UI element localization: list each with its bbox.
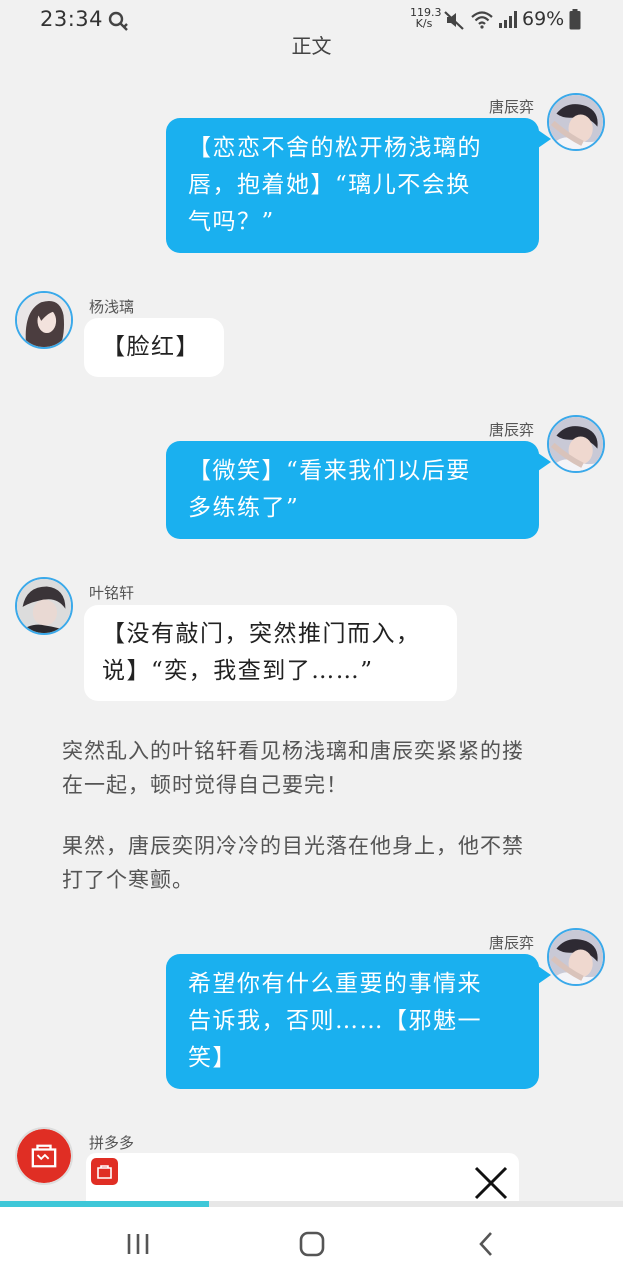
- speaker-name: 杨浅璃: [89, 298, 135, 316]
- navigation-bar: [0, 1207, 623, 1280]
- recent-apps-icon[interactable]: [121, 1227, 155, 1261]
- avatar-tang-chenyi[interactable]: [547, 415, 605, 473]
- narration-line: 在一起，顿时觉得自己要完！: [62, 773, 348, 797]
- message-line: 【脸红】: [102, 334, 200, 360]
- avatar-yang-qianli[interactable]: [15, 291, 73, 349]
- wifi-icon: [471, 11, 493, 29]
- avatar-tang-chenyi[interactable]: [547, 93, 605, 151]
- narration-paragraph: 果然，唐辰奕阴冷冷的目光落在他身上，他不禁 打了个寒颤。: [62, 829, 572, 897]
- back-icon[interactable]: [470, 1227, 504, 1261]
- speaker-name: 唐辰弈: [488, 98, 534, 116]
- ad-logo-small-icon: [91, 1158, 118, 1185]
- net-speed: 119.3 K/s: [410, 7, 442, 30]
- signal-icon: [499, 11, 517, 28]
- battery-icon: [569, 9, 581, 30]
- ad-avatar[interactable]: [15, 1127, 73, 1185]
- narration-paragraph: 突然乱入的叶铭轩看见杨浅璃和唐辰奕紧紧的搂 在一起，顿时觉得自己要完！: [62, 734, 572, 802]
- message-bubble[interactable]: 【微笑】“看来我们以后要 多练练了”: [166, 441, 551, 539]
- ad-name: 拼多多: [89, 1134, 135, 1152]
- avatar-image: [17, 579, 71, 633]
- message-line: 多练练了”: [188, 495, 300, 521]
- close-icon[interactable]: [472, 1164, 510, 1202]
- battery-percent: 69%: [522, 8, 565, 30]
- message-bubble[interactable]: 【脸红】: [84, 318, 224, 377]
- avatar-image: [549, 95, 603, 149]
- net-speed-unit: K/s: [415, 17, 433, 30]
- speaker-name: 唐辰弈: [488, 421, 534, 439]
- status-time: 23:34: [40, 7, 104, 31]
- avatar-ye-mingxuan[interactable]: [15, 577, 73, 635]
- message-line: 说】“奕，我查到了……”: [102, 658, 374, 684]
- avatar-image: [549, 417, 603, 471]
- message-line: 【微笑】“看来我们以后要: [188, 458, 471, 484]
- message-line: 唇，抱着她】“璃儿不会换: [188, 172, 471, 198]
- message-line: 【没有敲门，突然推门而入，: [102, 621, 421, 647]
- vpn-key-icon: [108, 11, 128, 31]
- message-bubble[interactable]: 【没有敲门，突然推门而入， 说】“奕，我查到了……”: [84, 605, 457, 701]
- message-line: 告诉我，否则……【邪魅一: [188, 1008, 482, 1034]
- message-line: 希望你有什么重要的事情来: [188, 971, 482, 997]
- speaker-name: 叶铭轩: [89, 584, 135, 602]
- page-title: 正文: [291, 34, 332, 58]
- narration-line: 打了个寒颤。: [62, 868, 194, 892]
- pinduoduo-logo-icon: [17, 1129, 71, 1183]
- message-line: 气吗？”: [188, 209, 275, 235]
- home-icon[interactable]: [295, 1227, 329, 1261]
- speaker-name: 唐辰弈: [488, 934, 534, 952]
- message-bubble[interactable]: 【恋恋不舍的松开杨浅璃的 唇，抱着她】“璃儿不会换 气吗？”: [166, 118, 551, 253]
- avatar-image: [17, 293, 71, 347]
- message-line: 【恋恋不舍的松开杨浅璃的: [188, 135, 482, 161]
- avatar-image: [549, 930, 603, 984]
- narration-line: 突然乱入的叶铭轩看见杨浅璃和唐辰奕紧紧的搂: [62, 739, 524, 763]
- narration-line: 果然，唐辰奕阴冷冷的目光落在他身上，他不禁: [62, 834, 524, 858]
- message-bubble[interactable]: 希望你有什么重要的事情来 告诉我，否则……【邪魅一 笑】: [166, 954, 551, 1089]
- mute-icon: [444, 11, 464, 30]
- message-line: 笑】: [188, 1045, 237, 1071]
- avatar-tang-chenyi[interactable]: [547, 928, 605, 986]
